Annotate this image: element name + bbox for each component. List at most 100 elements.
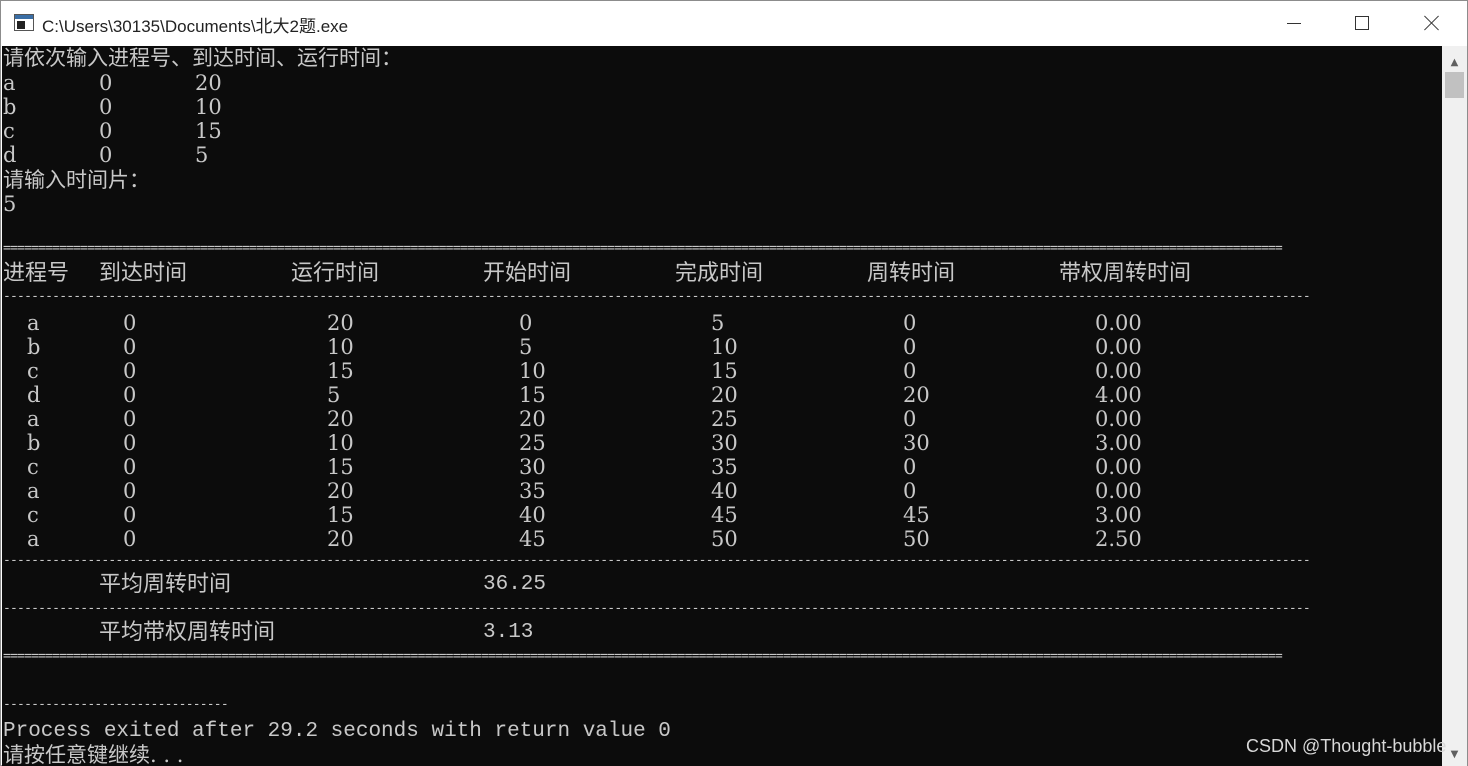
cell-turnaround: 0 xyxy=(903,479,917,503)
cell-turnaround: 0 xyxy=(903,359,917,383)
cell-run: 10 xyxy=(327,431,354,455)
cell-weighted: 0.00 xyxy=(1095,479,1142,503)
exit-message: Process exited after 29.2 seconds with r… xyxy=(3,720,671,743)
cell-finish: 20 xyxy=(711,383,738,407)
cell-start: 40 xyxy=(519,503,546,527)
cell-turnaround: 0 xyxy=(903,311,917,335)
cell-arrive: 0 xyxy=(123,503,137,527)
cell-start: 15 xyxy=(519,383,546,407)
cell-finish: 5 xyxy=(711,311,725,335)
avg-weighted-label: 平均带权周转时间 xyxy=(99,620,276,645)
cell-turnaround: 50 xyxy=(903,527,930,551)
avg-weighted-value: 3.13 xyxy=(483,621,534,644)
double-rule: ========================================… xyxy=(3,651,1283,663)
cell-start: 30 xyxy=(519,455,546,479)
header-start: 开始时间 xyxy=(483,261,572,286)
cell-start: 5 xyxy=(519,335,533,359)
input-row-name: c xyxy=(3,119,15,143)
cell-run: 20 xyxy=(327,527,354,551)
input-row-arrive: 0 xyxy=(99,143,113,167)
header-turnaround: 周转时间 xyxy=(867,261,956,286)
cell-turnaround: 20 xyxy=(903,383,930,407)
input-prompt: 请依次输入进程号、到达时间、运行时间： xyxy=(3,46,402,70)
cell-arrive: 0 xyxy=(123,335,137,359)
close-icon xyxy=(1424,15,1440,31)
cell-weighted: 0.00 xyxy=(1095,407,1142,431)
cell-weighted: 2.50 xyxy=(1095,527,1142,551)
cell-start: 25 xyxy=(519,431,546,455)
cell-process: b xyxy=(27,431,41,455)
input-row-name: d xyxy=(3,143,17,167)
scroll-thumb[interactable] xyxy=(1445,72,1464,98)
cell-process: a xyxy=(27,311,40,335)
cell-process: d xyxy=(27,383,41,407)
cell-turnaround: 45 xyxy=(903,503,930,527)
window-title: C:\Users\30135\Documents\北大2题.exe xyxy=(42,17,349,36)
cell-process: a xyxy=(27,527,40,551)
cell-process: a xyxy=(27,407,40,431)
cell-turnaround: 0 xyxy=(903,455,917,479)
cell-weighted: 3.00 xyxy=(1095,503,1142,527)
cell-arrive: 0 xyxy=(123,455,137,479)
cell-finish: 30 xyxy=(711,431,738,455)
header-run: 运行时间 xyxy=(291,261,380,286)
cell-start: 35 xyxy=(519,479,546,503)
vertical-scrollbar[interactable]: ▲ ▼ xyxy=(1442,46,1467,766)
input-row-arrive: 0 xyxy=(99,119,113,143)
close-button[interactable] xyxy=(1397,1,1467,45)
avg-turnaround-value: 36.25 xyxy=(483,573,547,596)
console-app-icon[interactable] xyxy=(14,14,34,31)
cell-weighted: 0.00 xyxy=(1095,335,1142,359)
cell-start: 45 xyxy=(519,527,546,551)
input-row-name: a xyxy=(3,71,16,95)
input-row-run: 15 xyxy=(195,119,222,143)
cell-arrive: 0 xyxy=(123,311,137,335)
cell-start: 20 xyxy=(519,407,546,431)
cell-arrive: 0 xyxy=(123,383,137,407)
cell-turnaround: 30 xyxy=(903,431,930,455)
input-row-arrive: 0 xyxy=(99,71,113,95)
header-finish: 完成时间 xyxy=(675,261,764,286)
slice-prompt: 请输入时间片： xyxy=(3,168,150,192)
cell-turnaround: 0 xyxy=(903,407,917,431)
maximize-icon xyxy=(1355,16,1369,30)
cell-start: 0 xyxy=(519,311,533,335)
cell-finish: 15 xyxy=(711,359,738,383)
cell-process: c xyxy=(27,503,39,527)
cell-weighted: 0.00 xyxy=(1095,455,1142,479)
cell-weighted: 0.00 xyxy=(1095,311,1142,335)
cell-finish: 45 xyxy=(711,503,738,527)
single-rule: ----------------------------------------… xyxy=(3,291,1311,303)
scroll-up-arrow-icon[interactable]: ▲ xyxy=(1442,50,1467,74)
header-arrive: 到达时间 xyxy=(99,261,188,286)
cell-process: b xyxy=(27,335,41,359)
input-row-run: 10 xyxy=(195,95,222,119)
input-row-run: 20 xyxy=(195,71,222,95)
continue-prompt: 请按任意键继续. . . xyxy=(3,743,184,766)
cell-run: 15 xyxy=(327,503,354,527)
cell-process: a xyxy=(27,479,40,503)
minimize-icon xyxy=(1287,22,1301,24)
cell-arrive: 0 xyxy=(123,527,137,551)
cell-run: 20 xyxy=(327,311,354,335)
watermark: CSDN @Thought-bubble xyxy=(1246,736,1447,756)
cell-start: 10 xyxy=(519,359,546,383)
cell-process: c xyxy=(27,455,39,479)
maximize-button[interactable] xyxy=(1327,1,1397,45)
cell-turnaround: 0 xyxy=(903,335,917,359)
cell-arrive: 0 xyxy=(123,431,137,455)
slice-value: 5 xyxy=(3,192,17,216)
cell-weighted: 4.00 xyxy=(1095,383,1142,407)
title-bar[interactable]: C:\Users\30135\Documents\北大2题.exe xyxy=(1,1,1467,46)
cell-arrive: 0 xyxy=(123,479,137,503)
cell-run: 15 xyxy=(327,455,354,479)
console-output[interactable]: 请依次输入进程号、到达时间、运行时间： a 0 20 b 0 10 c 0 15… xyxy=(2,46,1442,766)
cell-run: 15 xyxy=(327,359,354,383)
cell-process: c xyxy=(27,359,39,383)
cell-finish: 35 xyxy=(711,455,738,479)
cell-run: 20 xyxy=(327,407,354,431)
input-row-arrive: 0 xyxy=(99,95,113,119)
cell-finish: 10 xyxy=(711,335,738,359)
minimize-button[interactable] xyxy=(1259,1,1329,45)
avg-turnaround-label: 平均周转时间 xyxy=(99,572,232,597)
